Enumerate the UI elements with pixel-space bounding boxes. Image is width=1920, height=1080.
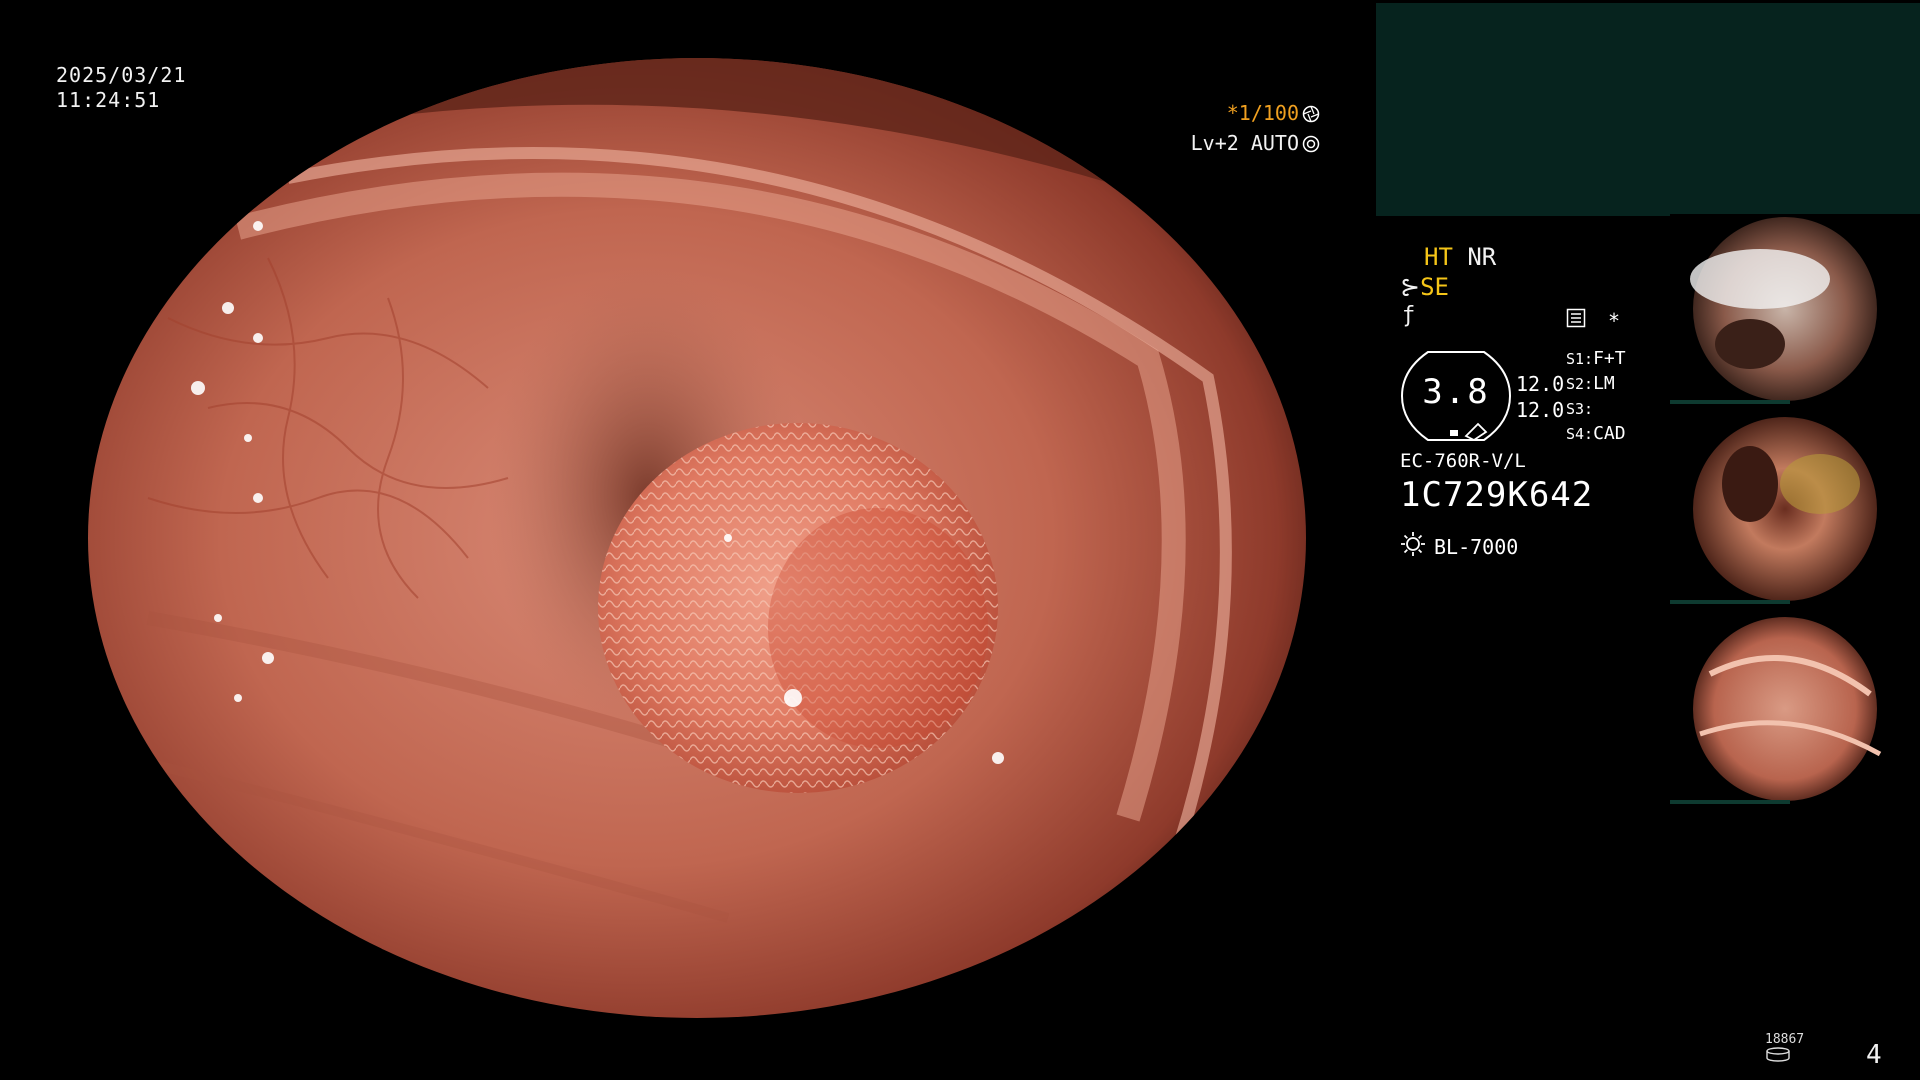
magnification-gauge: 3.8 <box>1400 350 1512 442</box>
date-text: 2025/03/21 <box>56 63 187 87</box>
thumbnail-2[interactable] <box>1670 414 1920 604</box>
switch-s2: S2:LM <box>1566 373 1615 394</box>
colon-image <box>88 58 1306 1018</box>
thumbnail-3[interactable] <box>1670 614 1920 804</box>
memory-asterisk: * <box>1608 309 1621 333</box>
counter-value: 18867 <box>1765 1032 1805 1047</box>
image-counter: 18867 <box>1765 1032 1804 1067</box>
memory-icon <box>1566 308 1586 333</box>
switch-s1: S1:F+T <box>1566 348 1626 369</box>
preview-panel <box>1376 3 1920 216</box>
endoscope-live-view <box>88 58 1306 1018</box>
gauge-value: 3.8 <box>1422 372 1490 412</box>
gauge-lower: 12.0 <box>1516 398 1565 422</box>
light-source: BL-7000 <box>1400 531 1518 562</box>
ht-flag: HT <box>1424 243 1453 271</box>
nr-flag: NR <box>1467 243 1497 271</box>
shutter-speed: *1/100 <box>1226 101 1299 125</box>
thumbnail-1[interactable] <box>1670 214 1920 404</box>
status-row-2: ⊱SE <box>1400 273 1449 301</box>
light-source-label: BL-7000 <box>1434 534 1519 559</box>
gauge-upper: 12.0 <box>1516 372 1565 396</box>
scope-serial: 1C729K642 <box>1400 475 1594 515</box>
switch-s3: S3: <box>1566 400 1594 418</box>
memory-row: * <box>1566 308 1620 333</box>
switch-s4: S4:CAD <box>1566 423 1626 444</box>
wave-icon: ƒ <box>1402 303 1416 328</box>
status-row-1: HT NR <box>1424 243 1496 271</box>
time-text: 11:24:51 <box>56 88 161 112</box>
se-flag: SE <box>1420 273 1450 301</box>
gear-icon <box>1302 133 1320 160</box>
datetime-overlay: 2025/03/21 11:24:51 <box>56 63 186 113</box>
sun-icon <box>1400 531 1426 562</box>
storage-icon <box>1765 1047 1804 1067</box>
enhance-level: Lv+2 AUTO <box>1190 131 1299 155</box>
endoscopy-screen: 2025/03/21 11:24:51 *1/100 Lv+2 AUTO HT … <box>0 0 1920 1080</box>
scope-model: EC-760R-V/L <box>1400 450 1526 472</box>
shutter-info: *1/100 Lv+2 AUTO <box>1191 100 1320 160</box>
aperture-icon <box>1302 103 1320 130</box>
page-number: 4 <box>1866 1040 1882 1070</box>
scope-icon: ⊱ <box>1400 273 1421 301</box>
status-row-3: ƒ <box>1402 303 1415 328</box>
